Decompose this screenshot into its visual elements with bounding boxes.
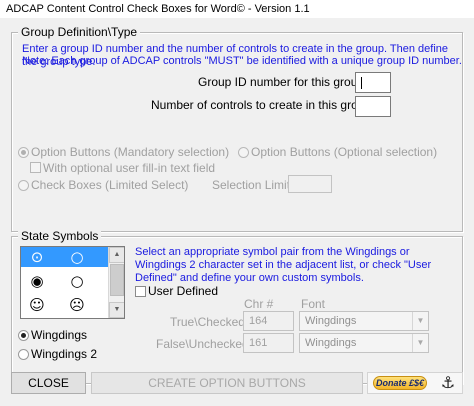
group-id-input[interactable] xyxy=(355,72,391,93)
group-id-label: Group ID number for this group: xyxy=(198,75,368,89)
num-controls-input[interactable] xyxy=(355,96,391,117)
wingdings2-label: Wingdings 2 xyxy=(31,347,98,361)
checked-symbol: ◉ xyxy=(30,272,44,290)
true-checked-label: True\Checked: xyxy=(170,315,249,329)
symbol-list-scrollbar[interactable]: ▲ ▼ xyxy=(108,247,124,318)
true-checked-chr-input[interactable]: 164 xyxy=(243,311,294,331)
chr-header: Chr # xyxy=(244,297,274,311)
check-boxes-radio[interactable] xyxy=(18,180,29,191)
checked-symbol: ⊙ xyxy=(30,248,44,266)
group-info-line2: Note: Each group of ADCAP controls "MUST… xyxy=(22,55,462,67)
wingdings2-radio[interactable] xyxy=(18,349,29,360)
check-boxes-label: Check Boxes (Limited Select) xyxy=(31,178,189,192)
wingdings-label: Wingdings xyxy=(31,328,88,342)
symbols-info-text: Select an appropriate symbol pair from t… xyxy=(135,246,432,284)
option-optional-radio[interactable] xyxy=(238,147,249,158)
selection-limit-label: Selection Limit: xyxy=(212,178,294,192)
wingdings-radio[interactable] xyxy=(18,330,29,341)
state-symbols-title: State Symbols xyxy=(18,229,102,243)
dropdown-arrow-icon[interactable]: ▼ xyxy=(412,312,428,330)
unchecked-symbol: ☹ xyxy=(69,296,85,314)
group-definition-title: Group Definition\Type xyxy=(18,25,141,39)
text-caret xyxy=(361,77,362,89)
close-button[interactable]: CLOSE xyxy=(11,372,86,394)
fill-in-checkbox[interactable] xyxy=(30,162,41,173)
unchecked-symbol: ○ xyxy=(70,272,84,290)
fill-in-label: With optional user fill-in text field xyxy=(43,161,216,175)
symbol-pair-list[interactable]: ⊙ ○ ◉ ○ ☺ ☹ ▲ ▼ xyxy=(20,246,125,319)
scroll-up-icon[interactable]: ▲ xyxy=(109,247,124,263)
unchecked-symbol: ○ xyxy=(70,248,84,266)
scroll-down-icon[interactable]: ▼ xyxy=(109,302,124,318)
option-mandatory-radio[interactable] xyxy=(18,147,29,158)
window-title: ADCAP Content Control Check Boxes for Wo… xyxy=(0,0,474,18)
false-unchecked-chr-input[interactable]: 161 xyxy=(243,333,294,353)
false-unchecked-font-select[interactable]: Wingdings ▼ xyxy=(299,333,429,353)
option-optional-label: Option Buttons (Optional selection) xyxy=(251,145,438,159)
selection-limit-input[interactable] xyxy=(288,175,332,193)
checked-symbol: ☺ xyxy=(29,296,45,314)
scroll-thumb[interactable] xyxy=(110,264,124,296)
dropdown-arrow-icon[interactable]: ▼ xyxy=(412,334,428,352)
anchor-icon: ⚓ xyxy=(440,373,456,392)
create-option-buttons-button[interactable]: CREATE OPTION BUTTONS xyxy=(91,372,363,394)
false-unchecked-label: False\Unchecked: xyxy=(156,337,253,351)
donate-button[interactable]: Donate £$€ xyxy=(373,376,427,390)
dialog-body: Group Definition\Type Enter a group ID n… xyxy=(0,18,474,406)
font-header: Font xyxy=(301,297,326,311)
num-controls-label: Number of controls to create in this gro… xyxy=(151,98,375,112)
true-checked-font-select[interactable]: Wingdings ▼ xyxy=(299,311,429,331)
user-defined-label: User Defined xyxy=(148,284,219,298)
user-defined-checkbox[interactable] xyxy=(135,286,146,297)
option-mandatory-label: Option Buttons (Mandatory selection) xyxy=(31,145,230,159)
